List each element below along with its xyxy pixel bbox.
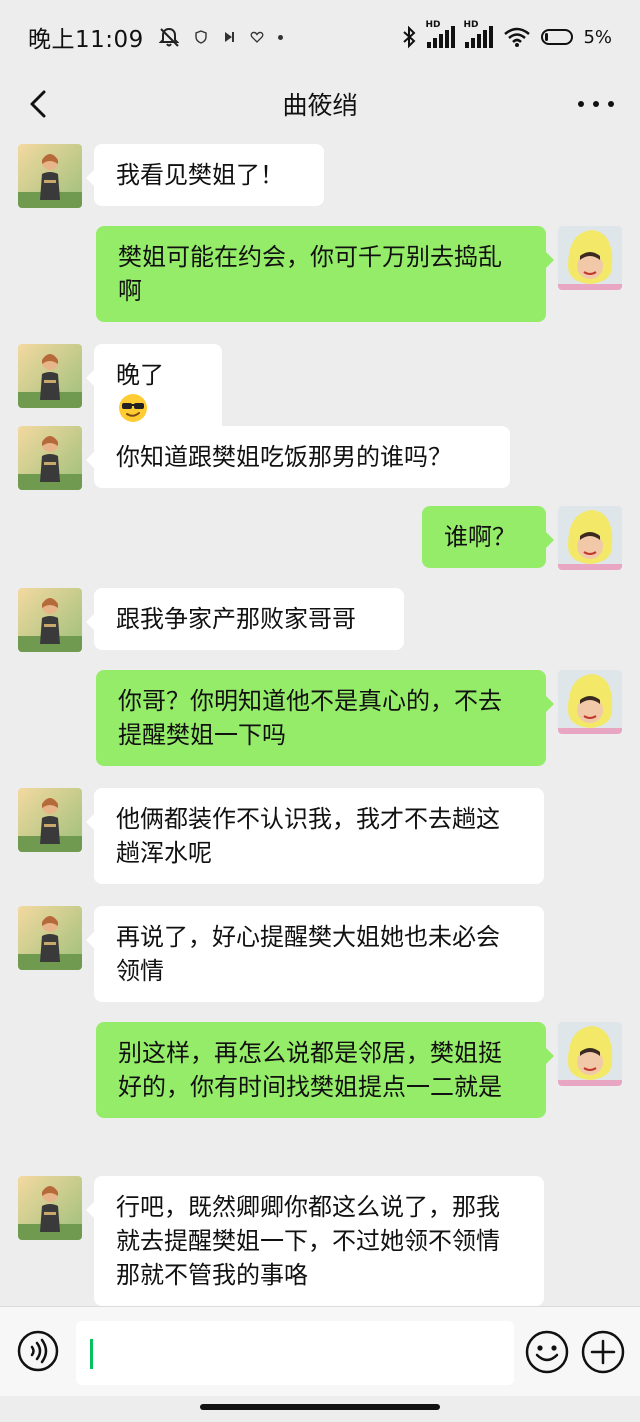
message-text: 晚了 <box>116 361 164 389</box>
incoming-bubble[interactable]: 他俩都装作不认识我，我才不去趟这趟浑水呢 <box>86 788 544 884</box>
heart-icon <box>250 31 264 43</box>
contact-avatar[interactable] <box>18 426 82 490</box>
text-caret <box>90 1339 93 1369</box>
outgoing-bubble[interactable]: 别这样，再怎么说都是邻居，樊姐挺好的，你有时间找樊姐提点一二就是 <box>96 1022 554 1118</box>
mute-bell-icon <box>158 27 180 47</box>
contact-avatar[interactable] <box>18 344 82 408</box>
message-row: 谁啊？ <box>0 506 640 576</box>
home-indicator[interactable] <box>200 1404 440 1410</box>
contact-avatar[interactable] <box>18 588 82 652</box>
wifi-icon <box>504 27 531 47</box>
input-bar <box>0 1306 640 1396</box>
chevron-left-icon[interactable] <box>22 86 58 122</box>
incoming-bubble[interactable]: 再说了，好心提醒樊大姐她也未必会领情 <box>86 906 544 1002</box>
message-row: 他俩都装作不认识我，我才不去趟这趟浑水呢 <box>0 778 640 888</box>
message-text: 行吧，既然卿卿你都这么说了，那我就去提醒樊姐一下，不过她领不领情那就不管我的事咯 <box>116 1193 500 1289</box>
battery-icon <box>541 29 574 45</box>
message-row: 我看见樊姐了！ <box>0 134 640 214</box>
contact-avatar[interactable] <box>18 906 82 970</box>
message-row: 别这样，再怎么说都是邻居，樊姐挺好的，你有时间找樊姐提点一二就是 <box>0 1022 640 1162</box>
message-text: 你知道跟樊姐吃饭那男的谁吗？ <box>116 443 452 471</box>
shield-icon <box>195 30 207 44</box>
contact-avatar[interactable] <box>18 788 82 852</box>
message-text: 再说了，好心提醒樊大姐她也未必会领情 <box>116 923 500 985</box>
message-input[interactable] <box>76 1321 514 1385</box>
bluetooth-icon <box>403 25 416 49</box>
dot-icon <box>277 34 283 40</box>
outgoing-bubble[interactable]: 你哥？你明知道他不是真心的，不去提醒樊姐一下吗 <box>96 670 554 766</box>
incoming-bubble[interactable]: 跟我争家产那败家哥哥 <box>86 588 404 650</box>
signal-hd-label: HD <box>425 20 441 30</box>
message-text: 别这样，再怎么说都是邻居，樊姐挺好的，你有时间找樊姐提点一二就是 <box>118 1039 502 1101</box>
message-row: 你哥？你明知道他不是真心的，不去提醒樊姐一下吗 <box>0 670 640 774</box>
signal-2-icon: HD <box>463 20 494 48</box>
contact-avatar[interactable] <box>18 1176 82 1240</box>
chat-header: 曲筱绡 <box>0 74 640 134</box>
signal-1-icon: HD <box>425 20 456 48</box>
my-avatar[interactable] <box>558 226 622 290</box>
incoming-bubble[interactable]: 我看见樊姐了！ <box>86 144 324 206</box>
plus-icon[interactable] <box>580 1329 626 1375</box>
message-text: 他俩都装作不认识我，我才不去趟这趟浑水呢 <box>116 805 500 867</box>
my-avatar[interactable] <box>558 670 622 734</box>
status-bar: 晚上11:09 HD HD 5% <box>0 0 640 74</box>
message-row: 樊姐可能在约会，你可千万别去捣乱啊 <box>0 226 640 326</box>
signal-hd-label: HD <box>463 20 479 30</box>
chat-screen: 晚上11:09 HD HD 5% 曲筱绡 我看见樊姐了！ 樊姐可能在约会，你可千… <box>0 0 640 1422</box>
emoji-icon[interactable] <box>524 1329 570 1375</box>
message-text: 跟我争家产那败家哥哥 <box>116 605 356 633</box>
message-row: 跟我争家产那败家哥哥 <box>0 578 640 658</box>
contact-avatar[interactable] <box>18 144 82 208</box>
media-icon <box>224 32 234 42</box>
voice-icon[interactable] <box>16 1329 60 1373</box>
message-list[interactable]: 我看见樊姐了！ 樊姐可能在约会，你可千万别去捣乱啊 晚了 你知道跟樊姐吃饭那男的… <box>0 134 640 1306</box>
my-avatar[interactable] <box>558 1022 622 1086</box>
message-text: 我看见樊姐了！ <box>116 161 284 189</box>
battery-percent: 5% <box>583 26 612 48</box>
message-text: 樊姐可能在约会，你可千万别去捣乱啊 <box>118 243 502 305</box>
incoming-bubble[interactable]: 行吧，既然卿卿你都这么说了，那我就去提醒樊姐一下，不过她领不领情那就不管我的事咯 <box>86 1176 544 1306</box>
outgoing-bubble[interactable]: 谁啊？ <box>422 506 554 568</box>
message-text: 谁啊？ <box>444 523 516 551</box>
status-time: 晚上11:09 <box>28 27 144 53</box>
my-avatar[interactable] <box>558 506 622 570</box>
message-row: 你知道跟樊姐吃饭那男的谁吗？ <box>0 416 640 496</box>
message-row: 行吧，既然卿卿你都这么说了，那我就去提醒樊姐一下，不过她领不领情那就不管我的事咯 <box>0 1166 640 1306</box>
incoming-bubble[interactable]: 你知道跟樊姐吃饭那男的谁吗？ <box>86 426 510 488</box>
message-text: 你哥？你明知道他不是真心的，不去提醒樊姐一下吗 <box>118 687 502 749</box>
more-dots-icon[interactable] <box>578 88 614 120</box>
outgoing-bubble[interactable]: 樊姐可能在约会，你可千万别去捣乱啊 <box>96 226 554 322</box>
message-row: 晚了 <box>0 334 640 440</box>
chat-title: 曲筱绡 <box>282 91 358 120</box>
message-row: 再说了，好心提醒樊大姐她也未必会领情 <box>0 896 640 1006</box>
